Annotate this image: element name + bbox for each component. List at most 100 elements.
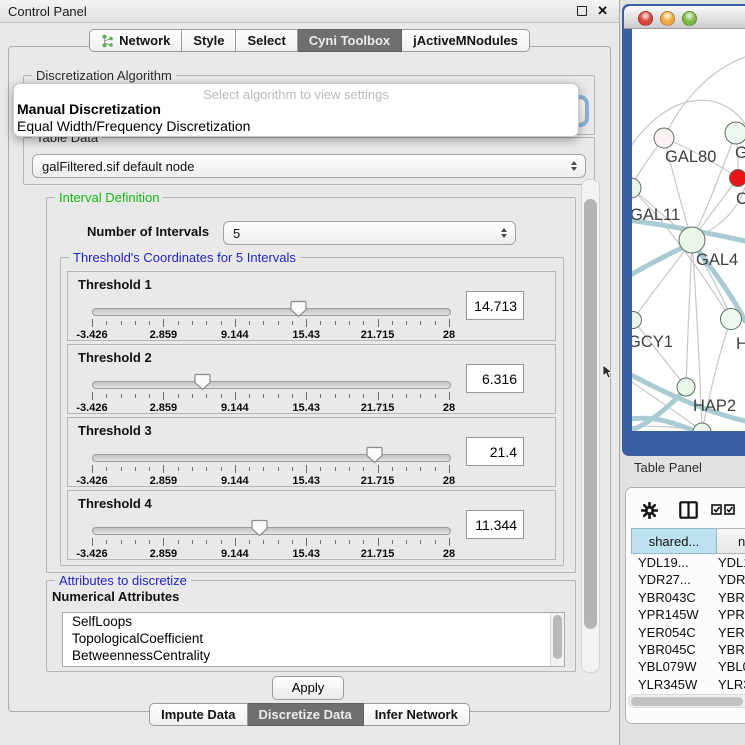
table-data-value: galFiltered.sif default node: [42, 159, 194, 174]
tab-impute-data[interactable]: Impute Data: [149, 703, 247, 726]
number-of-intervals-combobox[interactable]: 5: [223, 221, 516, 245]
threshold-panel: Threshold 3-3.4262.8599.14415.4321.71528…: [67, 417, 556, 487]
network-node-label: GCY1: [632, 333, 673, 351]
checkbox-icon[interactable]: [711, 504, 722, 515]
cell-name[interactable]: YDL1: [718, 555, 745, 570]
slider-track[interactable]: [92, 527, 451, 535]
tab-select[interactable]: Select: [236, 29, 297, 52]
cell-shared-name[interactable]: YDR27...: [638, 572, 691, 587]
slider-tick-labels: -3.4262.8599.14415.4321.71528: [92, 548, 449, 560]
cell-name[interactable]: YBR0: [718, 642, 745, 657]
panel-vertical-scrollbar[interactable]: [581, 179, 600, 673]
slider-thumb[interactable]: [290, 300, 307, 318]
close-traffic-light[interactable]: [638, 11, 653, 26]
cell-shared-name[interactable]: YDL19...: [638, 555, 689, 570]
attribute-list-item[interactable]: SelfLoops: [63, 613, 564, 630]
network-node-label: GA: [735, 144, 745, 162]
table-data-combobox[interactable]: galFiltered.sif default node: [32, 154, 586, 178]
cell-shared-name[interactable]: YBL079W: [638, 659, 697, 674]
table-row[interactable]: YLR345W YLR3: [626, 676, 745, 693]
zoom-traffic-light[interactable]: [682, 11, 697, 26]
cell-shared-name[interactable]: YPR145W: [638, 607, 699, 622]
number-of-intervals-label: Number of Intervals: [87, 224, 209, 239]
network-node[interactable]: [730, 170, 745, 187]
network-node[interactable]: [654, 128, 674, 148]
threshold-slider[interactable]: -3.4262.8599.14415.4321.71528: [92, 445, 449, 475]
minimize-traffic-light[interactable]: [660, 11, 675, 26]
threshold-slider[interactable]: -3.4262.8599.14415.4321.71528: [92, 372, 449, 402]
slider-thumb[interactable]: [366, 446, 383, 464]
network-node[interactable]: [679, 227, 705, 253]
threshold-value-field[interactable]: 11.344: [466, 510, 524, 539]
table-horizontal-scrollbar[interactable]: [628, 694, 745, 708]
cell-shared-name[interactable]: YBR043C: [638, 590, 696, 605]
split-columns-icon[interactable]: [679, 501, 698, 519]
network-node[interactable]: [632, 312, 642, 329]
network-view-window: GAL80GACGAL11GAL4GCY1HHAP2: [622, 4, 745, 456]
tick-label: -3.426: [76, 329, 107, 341]
threshold-value-field[interactable]: 21.4: [466, 437, 524, 466]
cell-name[interactable]: YBR0: [718, 590, 745, 605]
table-row[interactable]: YBR045C YBR0: [626, 641, 745, 658]
algorithm-option-manual[interactable]: Manual Discretization: [14, 101, 578, 118]
slider-track[interactable]: [92, 381, 451, 389]
column-header-name[interactable]: name: [717, 528, 745, 554]
gear-icon[interactable]: [641, 502, 658, 519]
thresholds-group: Threshold's Coordinates for 5 Intervals …: [60, 257, 564, 566]
network-icon: [101, 34, 114, 48]
threshold-value-field[interactable]: 14.713: [466, 291, 524, 320]
slider-track[interactable]: [92, 308, 451, 316]
panel-vertical-scrollbar-thumb[interactable]: [584, 199, 597, 629]
slider-thumb-icon: [290, 300, 307, 318]
slider-track[interactable]: [92, 454, 451, 462]
table-row[interactable]: YDR27... YDR2: [626, 571, 745, 588]
tab-cyni-toolbox[interactable]: Cyni Toolbox: [298, 29, 402, 52]
network-node-label: GAL11: [632, 206, 680, 224]
slider-thumb-icon: [251, 519, 268, 537]
network-node-label: GAL80: [665, 148, 716, 166]
network-canvas[interactable]: GAL80GACGAL11GAL4GCY1HHAP2: [632, 29, 745, 431]
threshold-slider[interactable]: -3.4262.8599.14415.4321.71528: [92, 518, 449, 548]
network-node[interactable]: [677, 378, 695, 396]
tab-jactivemnodules[interactable]: jActiveMNodules: [402, 29, 530, 52]
table-row[interactable]: YER054C YER0: [626, 624, 745, 641]
attribute-list-item[interactable]: TopologicalCoefficient: [63, 630, 564, 647]
cell-shared-name[interactable]: YER054C: [638, 625, 696, 640]
checkbox-icon[interactable]: [724, 504, 735, 515]
tab-label: jActiveMNodules: [413, 30, 518, 51]
network-node[interactable]: [721, 309, 742, 330]
threshold-label: Threshold 4: [78, 496, 152, 511]
table-row[interactable]: YPR145W YPR1: [626, 606, 745, 623]
cell-name[interactable]: YBL0: [718, 659, 745, 674]
network-node[interactable]: [725, 122, 745, 144]
table-row[interactable]: YBL079W YBL0: [626, 658, 745, 675]
tab-infer-network[interactable]: Infer Network: [364, 703, 470, 726]
tab-discretize-data[interactable]: Discretize Data: [248, 703, 364, 726]
close-icon[interactable]: ✕: [597, 3, 608, 19]
cell-name[interactable]: YLR3: [718, 677, 745, 692]
slider-thumb[interactable]: [251, 519, 268, 537]
slider-thumb[interactable]: [194, 373, 211, 391]
cell-shared-name[interactable]: YBR045C: [638, 642, 696, 657]
attribute-list-item[interactable]: BetweennessCentrality: [63, 647, 564, 664]
attributes-list-scrollbar[interactable]: [550, 613, 564, 666]
threshold-value-field[interactable]: 6.316: [466, 364, 524, 393]
numerical-attributes-list[interactable]: SelfLoopsTopologicalCoefficientBetweenne…: [62, 612, 565, 667]
cell-name[interactable]: YDR2: [718, 572, 745, 587]
tab-network[interactable]: Network: [89, 29, 182, 52]
apply-button[interactable]: Apply: [272, 676, 344, 700]
float-window-icon[interactable]: [577, 6, 587, 16]
network-node-label: GAL4: [696, 251, 738, 269]
cell-name[interactable]: YER0: [718, 625, 745, 640]
table-horizontal-scrollbar-thumb[interactable]: [631, 697, 743, 706]
tick-label: -3.426: [76, 475, 107, 487]
cell-shared-name[interactable]: YLR345W: [638, 677, 697, 692]
tab-style[interactable]: Style: [182, 29, 236, 52]
column-header-shared-name[interactable]: shared...: [631, 528, 717, 554]
network-node[interactable]: [693, 423, 711, 431]
cell-name[interactable]: YPR1: [718, 607, 745, 622]
table-row[interactable]: YDL19... YDL1: [626, 554, 745, 571]
algorithm-option-equal-width[interactable]: Equal Width/Frequency Discretization: [14, 118, 578, 135]
threshold-slider[interactable]: -3.4262.8599.14415.4321.71528: [92, 299, 449, 329]
table-row[interactable]: YBR043C YBR0: [626, 589, 745, 606]
